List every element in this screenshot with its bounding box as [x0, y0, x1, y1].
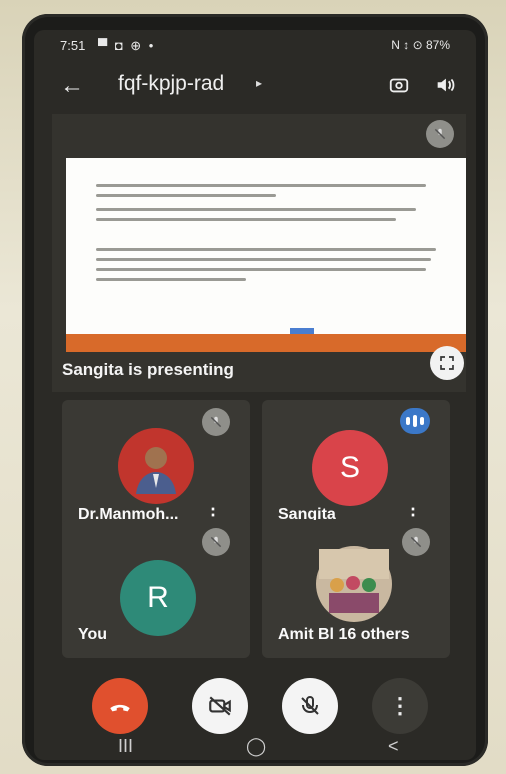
end-call-button[interactable]: [92, 678, 148, 734]
presentation-area: [52, 114, 466, 392]
home-nav-icon[interactable]: ◯: [246, 736, 266, 757]
participant-name: Amit Bl 16 others: [278, 626, 410, 643]
mic-off-icon: [301, 696, 319, 715]
status-time: 7:51: [60, 38, 86, 53]
avatar-letter: S: [339, 451, 360, 484]
call-controls: ⋮: [34, 678, 476, 738]
mic-off-icon: [202, 408, 230, 436]
android-nav-bar: III ◯ <: [34, 734, 476, 760]
system-indicators: N ↕ ⊙ 87%: [391, 38, 450, 52]
back-arrow-icon[interactable]: ←: [60, 72, 84, 100]
phone-screen: 7:51 ▀ ◘ ⊕ • N ↕ ⊙ 87% ← fqf-kpjp-rad ▸: [34, 30, 476, 760]
recents-nav-icon[interactable]: III: [118, 736, 133, 757]
meeting-header: ← fqf-kpjp-rad ▸: [34, 62, 476, 110]
speaking-indicator-icon: [400, 408, 430, 434]
notification-icons: ▀ ◘ ⊕ •: [98, 38, 156, 53]
participant-name: You: [78, 626, 108, 643]
speaker-icon[interactable]: [432, 72, 458, 98]
participant-tile[interactable]: Dr.Manmoh... ⋮: [62, 400, 250, 538]
meeting-code[interactable]: fqf-kpjp-rad: [118, 72, 224, 96]
switch-camera-icon[interactable]: [386, 72, 412, 98]
avatar-letter: R: [147, 581, 169, 614]
mic-off-icon: [202, 528, 230, 556]
fullscreen-icon[interactable]: [430, 346, 464, 380]
mic-off-icon: [426, 120, 454, 148]
mic-off-icon: [402, 528, 430, 556]
more-vertical-icon: ⋮: [389, 693, 411, 718]
slide-marker: [290, 328, 314, 334]
caret-right-icon[interactable]: ▸: [256, 76, 262, 90]
participant-tile[interactable]: R You: [62, 520, 250, 658]
avatar: [118, 428, 194, 504]
camera-toggle-button[interactable]: [192, 678, 248, 734]
presenting-label: Sangita is presenting: [62, 360, 234, 379]
camera-off-icon: [209, 696, 231, 716]
participant-tile[interactable]: S Sangita ⋮: [262, 400, 450, 538]
back-nav-icon[interactable]: <: [388, 736, 399, 757]
more-options-button[interactable]: ⋮: [372, 678, 428, 734]
shared-slide: [66, 158, 466, 334]
participant-tile[interactable]: Amit Bl 16 others: [262, 520, 450, 658]
phone-hangup-icon: [110, 704, 130, 712]
slide-footer-bar: [66, 334, 466, 352]
mic-toggle-button[interactable]: [282, 678, 338, 734]
status-bar: 7:51 ▀ ◘ ⊕ • N ↕ ⊙ 87%: [34, 30, 476, 58]
avatar: R: [120, 560, 196, 636]
group-avatar: [316, 546, 392, 622]
avatar: S: [312, 430, 388, 506]
